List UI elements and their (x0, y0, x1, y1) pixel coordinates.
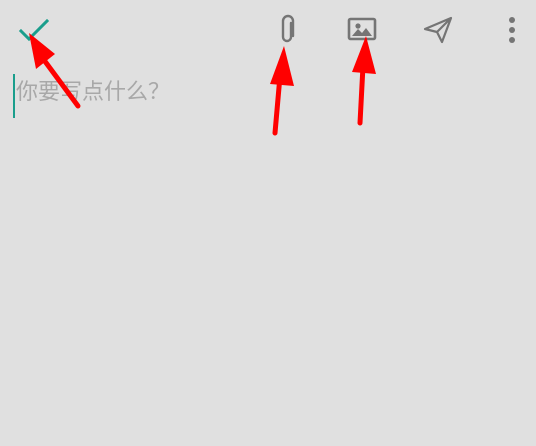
image-icon (347, 17, 377, 41)
insert-image-button[interactable] (342, 10, 382, 50)
more-vert-icon (509, 17, 515, 43)
paperclip-icon (281, 14, 295, 43)
done-button[interactable] (12, 10, 52, 50)
attach-button[interactable] (267, 10, 307, 50)
send-icon (423, 16, 453, 44)
send-button[interactable] (418, 10, 458, 50)
more-options-button[interactable] (492, 10, 532, 50)
top-toolbar (0, 0, 536, 64)
compose-area (12, 72, 524, 432)
compose-text-input[interactable] (12, 72, 516, 112)
compose-screen (0, 0, 536, 446)
check-icon (18, 18, 49, 42)
